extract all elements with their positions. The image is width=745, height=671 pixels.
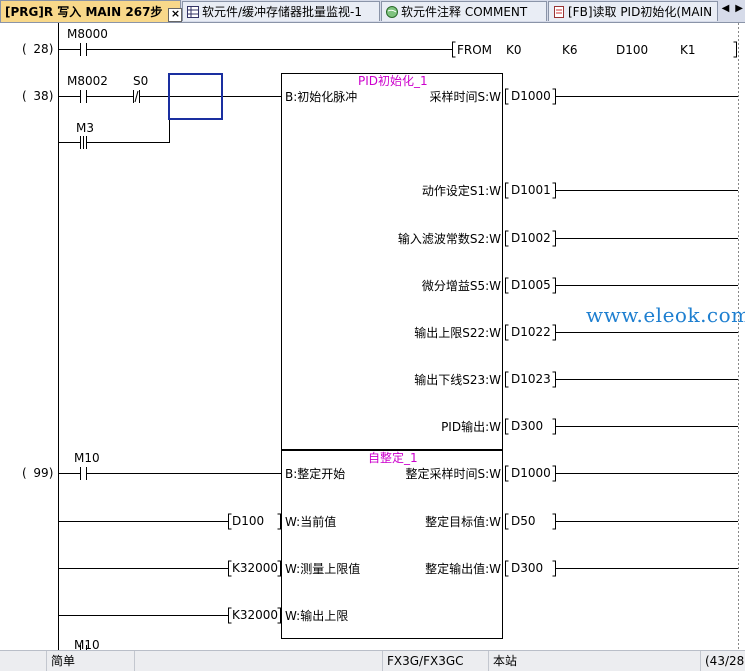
fb-output-device[interactable]: D1023 [511, 372, 551, 386]
fb-output-label: PID输出:W [441, 420, 501, 434]
contact-label[interactable]: M8002 [67, 74, 108, 88]
tab-label: 软元件/缓冲存储器批量监视-1 [202, 5, 363, 19]
fb-output-label: 整定输出值:W [425, 562, 501, 576]
tab-prev-icon[interactable]: ◀ [722, 3, 730, 14]
step-number-99: (99) [22, 466, 54, 480]
fb-output-device[interactable]: D1005 [511, 278, 551, 292]
status-plc-type: FX3G/FX3GC [382, 651, 491, 671]
tab-fb-pid[interactable]: [FB]读取 PID初始化(MAIN [548, 1, 718, 21]
instruction-name[interactable]: FROM [457, 43, 492, 57]
tab-label: 软元件注释 COMMENT [401, 5, 528, 19]
status-bar: 简单 FX3G/FX3GC 本站 (43/287 [0, 650, 745, 671]
status-blank [0, 651, 48, 671]
close-icon[interactable]: × [168, 8, 183, 22]
status-blank [134, 651, 385, 671]
fb-output-device[interactable]: D1000 [511, 89, 551, 103]
contact-label[interactable]: M3 [76, 121, 94, 135]
tab-prg-main[interactable]: [PRG]R 写入 MAIN 267步 × [0, 0, 183, 22]
fb-output-device[interactable]: D1001 [511, 183, 551, 197]
fb-input-label: B:整定开始 [285, 467, 346, 481]
fb-output-label: 输出上限S22:W [414, 326, 501, 340]
status-mode: 简单 [46, 651, 137, 671]
fb-output-device[interactable]: D300 [511, 419, 543, 433]
grid-icon [187, 6, 199, 18]
fb-input-label: W:当前值 [285, 515, 337, 529]
fb-input-device[interactable]: K32000 [232, 608, 278, 622]
tab-nav: ◀ ▶ [716, 3, 743, 14]
status-station: 本站 [488, 651, 703, 671]
step-number-28: (28) [22, 42, 54, 56]
watermark: www.eleok.com [586, 303, 745, 327]
tab-label: [PRG]R 写入 MAIN 267步 [5, 5, 163, 19]
fb-input-device[interactable]: K32000 [232, 561, 278, 575]
contact-label[interactable]: M8000 [67, 27, 108, 41]
fb-output-label: 整定采样时间S:W [405, 467, 501, 481]
contact-label[interactable]: S0 [133, 74, 148, 88]
fb-instance-title[interactable]: 自整定_1 [368, 451, 418, 465]
fb-output-label: 整定目标值:W [425, 515, 501, 529]
fb-output-label: 采样时间S:W [429, 90, 501, 104]
instruction-arg[interactable]: K6 [562, 43, 578, 57]
fb-output-device[interactable]: D1000 [511, 466, 551, 480]
globe-icon [386, 6, 398, 18]
instruction-arg[interactable]: D100 [616, 43, 648, 57]
document-icon [554, 6, 564, 18]
instruction-arg[interactable]: K1 [680, 43, 696, 57]
fb-output-label: 微分增益S5:W [421, 279, 501, 293]
fb-output-label: 输入滤波常数S2:W [397, 232, 501, 246]
fb-input-label: W:测量上限值 [285, 562, 361, 576]
tab-comment[interactable]: 软元件注释 COMMENT [381, 1, 547, 21]
instruction-arg[interactable]: K0 [506, 43, 522, 57]
contact-label[interactable]: M10 [74, 451, 100, 465]
fb-output-label: 输出下线S23:W [414, 373, 501, 387]
tab-device-monitor[interactable]: 软元件/缓冲存储器批量监视-1 [182, 1, 380, 21]
fb-output-label: 动作设定S1:W [421, 184, 501, 198]
fb-output-device[interactable]: D1022 [511, 325, 551, 339]
status-step-count: (43/287 [700, 651, 745, 671]
tab-label: [FB]读取 PID初始化(MAIN [568, 5, 713, 19]
step-number-38: (38) [22, 89, 54, 103]
fb-input-device[interactable]: D100 [232, 514, 264, 528]
tab-next-icon[interactable]: ▶ [735, 3, 743, 14]
fb-output-device[interactable]: D1002 [511, 231, 551, 245]
fb-instance-title[interactable]: PID初始化_1 [358, 74, 428, 88]
tab-bar: [PRG]R 写入 MAIN 267步 × 软元件/缓冲存储器批量监视-1 软元件… [0, 0, 745, 23]
contact-label[interactable]: M10 [74, 638, 100, 650]
fb-input-label: B:初始化脉冲 [285, 90, 358, 104]
ladder-editor[interactable]: (28) (38) (99) M8000 FROM K0 K6 D100 K1 … [0, 23, 745, 650]
fb-output-device[interactable]: D300 [511, 561, 543, 575]
ladder-lines [58, 23, 739, 650]
fb-input-label: W:输出上限 [285, 609, 349, 623]
fb-output-device[interactable]: D50 [511, 514, 536, 528]
